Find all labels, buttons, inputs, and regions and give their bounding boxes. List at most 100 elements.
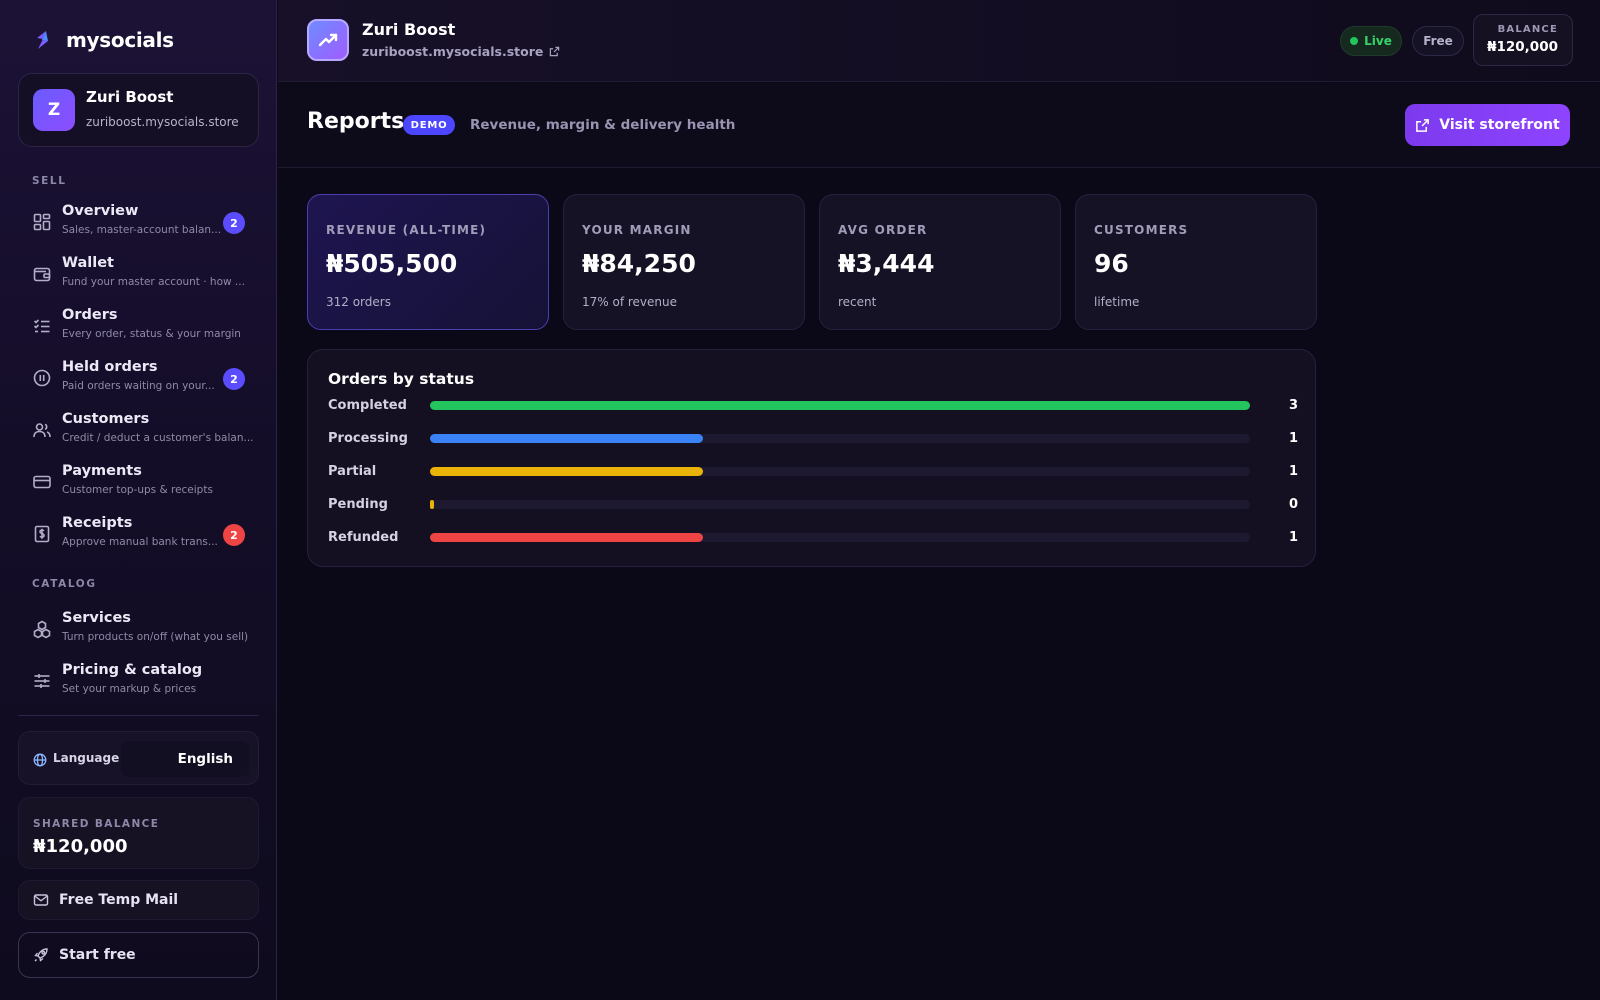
status-count: 1 bbox=[1288, 431, 1298, 446]
status-bar-fill bbox=[430, 401, 1250, 410]
card-icon bbox=[32, 472, 52, 492]
status-bar-fill bbox=[430, 533, 703, 542]
status-row-pending: Pending 0 bbox=[328, 495, 1298, 515]
trending-up-icon bbox=[318, 33, 338, 47]
sidebar-item-wallet[interactable]: Wallet Fund your master account · how ..… bbox=[18, 253, 259, 299]
stat-label: AVG ORDER bbox=[838, 223, 928, 237]
status-bar-track bbox=[430, 434, 1250, 443]
visit-storefront-button[interactable]: Visit storefront bbox=[1405, 104, 1570, 146]
sidebar-item-title: Wallet bbox=[62, 255, 114, 271]
status-bar-track bbox=[430, 500, 1250, 509]
status-bar-track bbox=[430, 467, 1250, 476]
sidebar-item-subtitle: Set your markup & prices bbox=[62, 683, 197, 695]
status-count: 0 bbox=[1288, 497, 1298, 512]
sidebar-item-subtitle: Approve manual bank trans... bbox=[62, 536, 218, 548]
store-switcher[interactable]: Z Zuri Boost zuriboost.mysocials.store bbox=[18, 73, 259, 147]
topbar-balance-value: ₦120,000 bbox=[1487, 39, 1558, 55]
notification-badge: 2 bbox=[223, 524, 245, 546]
stat-subtext: lifetime bbox=[1094, 295, 1140, 309]
start-free-button[interactable]: Start free bbox=[18, 932, 259, 978]
status-count: 1 bbox=[1288, 530, 1298, 545]
external-link-icon bbox=[1416, 118, 1430, 132]
sidebar-item-services[interactable]: Services Turn products on/off (what you … bbox=[18, 608, 259, 654]
live-status-pill: Live bbox=[1340, 26, 1402, 56]
status-label: Refunded bbox=[328, 530, 399, 545]
sidebar-item-pricing-catalog[interactable]: Pricing & catalog Set your markup & pric… bbox=[18, 660, 259, 706]
sidebar-item-overview[interactable]: Overview Sales, master-account balan... … bbox=[18, 201, 259, 247]
sidebar-item-title: Orders bbox=[62, 307, 118, 323]
plan-pill[interactable]: Free bbox=[1412, 26, 1464, 56]
stat-card-customers: CUSTOMERS 96 lifetime bbox=[1075, 194, 1317, 330]
sidebar-item-orders[interactable]: Orders Every order, status & your margin bbox=[18, 305, 259, 351]
notification-badge: 2 bbox=[223, 368, 245, 390]
sidebar-item-subtitle: Turn products on/off (what you sell) bbox=[62, 631, 249, 643]
sidebar-item-title: Services bbox=[62, 610, 131, 626]
external-link-icon bbox=[550, 46, 560, 57]
sidebar-item-title: Payments bbox=[62, 463, 142, 479]
topbar-store-url: zuriboost.mysocials.store bbox=[362, 44, 544, 59]
globe-icon bbox=[33, 752, 47, 767]
wallet-icon bbox=[32, 264, 52, 284]
store-app-icon bbox=[307, 19, 349, 61]
sidebar: mysocials Z Zuri Boost zuriboost.mysocia… bbox=[0, 0, 277, 1000]
sidebar-item-held-orders[interactable]: Held orders Paid orders waiting on your.… bbox=[18, 357, 259, 403]
language-picker: Language English bbox=[18, 731, 259, 785]
sidebar-item-title: Pricing & catalog bbox=[62, 662, 203, 678]
stat-card-margin: YOUR MARGIN ₦84,250 17% of revenue bbox=[563, 194, 805, 330]
topbar-balance-label: BALANCE bbox=[1497, 24, 1558, 35]
sidebar-item-payments[interactable]: Payments Customer top-ups & receipts bbox=[18, 461, 259, 507]
sidebar-item-subtitle: Paid orders waiting on your... bbox=[62, 380, 215, 392]
demo-badge: DEMO bbox=[403, 115, 455, 135]
topbar-store-link[interactable]: zuriboost.mysocials.store bbox=[362, 44, 560, 59]
brand-name: mysocials bbox=[66, 28, 174, 52]
free-temp-mail-label: Free Temp Mail bbox=[59, 892, 179, 908]
boxes-icon bbox=[32, 619, 52, 639]
language-select[interactable]: English bbox=[121, 741, 249, 777]
brand-logo[interactable]: mysocials bbox=[32, 28, 174, 52]
stat-subtext: 312 orders bbox=[326, 295, 391, 309]
shared-balance-value: ₦120,000 bbox=[33, 836, 128, 857]
start-free-label: Start free bbox=[59, 947, 136, 963]
store-url: zuriboost.mysocials.store bbox=[86, 115, 239, 129]
status-bar-fill bbox=[430, 500, 434, 509]
page-title: Reports bbox=[307, 109, 405, 134]
checklist-icon bbox=[32, 316, 52, 336]
status-bar-track bbox=[430, 401, 1250, 410]
logo-mark-icon bbox=[37, 31, 48, 49]
stat-label: CUSTOMERS bbox=[1094, 223, 1189, 237]
sidebar-item-title: Customers bbox=[62, 411, 150, 427]
receipt-icon bbox=[32, 524, 52, 544]
sidebar-item-subtitle: Customer top-ups & receipts bbox=[62, 484, 213, 496]
topbar-balance: BALANCE ₦120,000 bbox=[1473, 14, 1573, 66]
status-label: Processing bbox=[328, 431, 408, 446]
live-status-label: Live bbox=[1364, 34, 1392, 48]
status-count: 1 bbox=[1288, 464, 1298, 479]
stat-value: ₦84,250 bbox=[582, 249, 696, 278]
shared-balance-card: SHARED BALANCE ₦120,000 bbox=[18, 797, 259, 869]
shared-balance-label: SHARED BALANCE bbox=[33, 818, 160, 830]
mail-icon bbox=[33, 894, 49, 906]
sidebar-item-receipts[interactable]: Receipts Approve manual bank trans... 2 bbox=[18, 513, 259, 559]
sidebar-item-customers[interactable]: Customers Credit / deduct a customer's b… bbox=[18, 409, 259, 455]
free-temp-mail-button[interactable]: Free Temp Mail bbox=[18, 880, 259, 920]
users-icon bbox=[32, 420, 52, 440]
stat-label: YOUR MARGIN bbox=[582, 223, 692, 237]
topbar-store-name: Zuri Boost bbox=[362, 20, 456, 39]
stat-subtext: recent bbox=[838, 295, 877, 309]
status-row-completed: Completed 3 bbox=[328, 396, 1298, 416]
status-count: 3 bbox=[1288, 398, 1298, 413]
sidebar-item-subtitle: Fund your master account · how ... bbox=[62, 276, 245, 288]
rocket-icon bbox=[34, 948, 48, 962]
visit-storefront-label: Visit storefront bbox=[1439, 117, 1560, 133]
sidebar-item-subtitle: Every order, status & your margin bbox=[62, 328, 241, 340]
status-label: Completed bbox=[328, 398, 407, 413]
grid-icon bbox=[32, 212, 52, 232]
status-row-refunded: Refunded 1 bbox=[328, 528, 1298, 548]
page-subtitle: Revenue, margin & delivery health bbox=[470, 117, 736, 133]
pause-circle-icon bbox=[32, 368, 52, 388]
store-name: Zuri Boost bbox=[86, 88, 174, 106]
sliders-icon bbox=[32, 671, 52, 691]
section-label-catalog: CATALOG bbox=[32, 578, 97, 590]
status-bar-track bbox=[430, 533, 1250, 542]
orders-by-status-panel: Orders by status Completed 3 Processing … bbox=[307, 349, 1316, 567]
